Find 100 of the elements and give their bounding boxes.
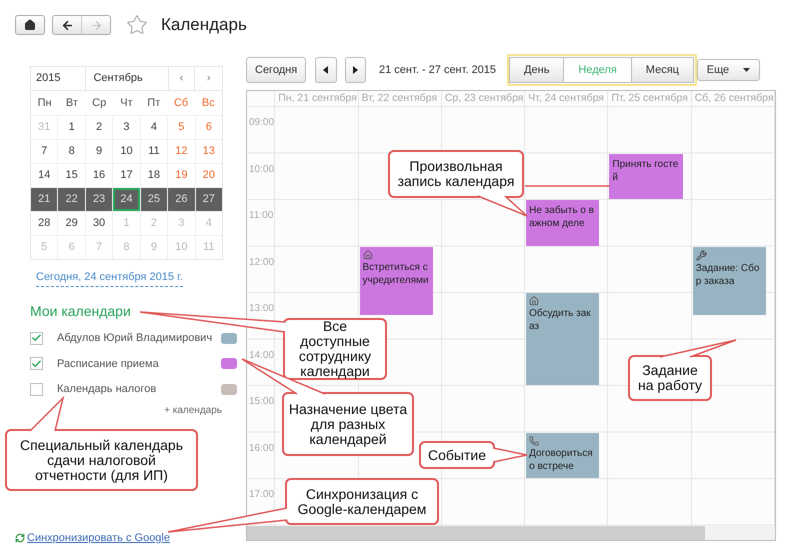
home-button[interactable]: [15, 15, 45, 35]
day-header: Пн, 21 сентября: [275, 91, 359, 106]
more-button[interactable]: Еще: [696, 59, 760, 81]
section-title: Мои календари: [30, 302, 132, 321]
date-cell[interactable]: 26: [168, 188, 195, 211]
date-cell[interactable]: 27: [196, 188, 222, 211]
forward-icon: [90, 18, 102, 32]
favorite-star-icon[interactable]: [126, 14, 148, 36]
date-cell[interactable]: 18: [140, 164, 168, 187]
calendar-event[interactable]: Встретиться с учредителями: [360, 246, 433, 316]
date-cell[interactable]: 29: [58, 212, 85, 235]
hour-label: 13:00: [249, 303, 274, 314]
calendar-event[interactable]: Обсудить заказ: [526, 293, 600, 385]
date-cell[interactable]: 7: [31, 140, 58, 163]
checkbox[interactable]: [30, 357, 43, 370]
day-header: Чт, 24 сентября: [525, 91, 608, 106]
day-header: Пт, 25 сентября: [608, 91, 692, 106]
right-triangle-icon: [352, 66, 358, 74]
date-cell[interactable]: 30: [86, 212, 112, 235]
date-cell[interactable]: 4: [140, 116, 168, 139]
next-week-button[interactable]: [344, 57, 366, 83]
scrollbar-thumb[interactable]: [247, 526, 705, 540]
date-cell[interactable]: 3: [113, 116, 140, 139]
sync-icon: [15, 533, 25, 544]
date-cell[interactable]: 5: [168, 116, 195, 139]
sync-link[interactable]: Синхронизировать с Google: [27, 530, 170, 546]
color-swatch[interactable]: [221, 332, 237, 344]
date-cell[interactable]: 1: [58, 116, 85, 139]
date-cell[interactable]: 17: [113, 164, 140, 187]
day-header: Сб, 26 сентября: [692, 91, 775, 106]
month-select[interactable]: Сентябрь: [86, 67, 169, 90]
weekday-label: Пт: [146, 96, 162, 111]
home-icon: [24, 19, 36, 31]
date-cell[interactable]: 6: [196, 116, 222, 139]
weekday-label: Пн: [36, 96, 53, 111]
view-tab[interactable]: День: [509, 57, 564, 83]
weekday-label: Сб: [172, 96, 190, 111]
year-select[interactable]: 2015: [31, 67, 86, 90]
date-cell[interactable]: 23: [86, 188, 112, 211]
date-cell[interactable]: 12: [168, 140, 195, 163]
previous-month-button[interactable]: ‹: [168, 67, 196, 90]
calendar-name: Абдулов Юрий Владимирович: [57, 331, 214, 346]
weekday-label: Ср: [91, 96, 108, 111]
house-icon: [529, 296, 540, 306]
date-cell[interactable]: 16: [86, 164, 112, 187]
add-calendar-link[interactable]: + календарь: [164, 403, 222, 418]
event-title: Не забыть о важном деле: [529, 204, 595, 230]
date-cell[interactable]: 24: [113, 188, 140, 211]
calendar-event[interactable]: Задание: Сбор заказа: [692, 246, 766, 316]
date-cell[interactable]: 14: [31, 164, 58, 187]
checkbox[interactable]: [30, 332, 43, 345]
calendar-name: Расписание приема: [57, 356, 160, 372]
caret-icon: [743, 68, 750, 72]
hour-label: 10:00: [249, 164, 274, 174]
hour-label: 17:00: [249, 489, 274, 500]
calendar-event[interactable]: Принять гостей: [609, 154, 683, 199]
next-month-button[interactable]: ›: [195, 67, 222, 90]
weekday-label: Чт: [119, 96, 134, 111]
today-link[interactable]: Сегодня, 24 сентября 2015 г.: [36, 269, 183, 286]
date-cell[interactable]: 25: [140, 188, 168, 211]
date-cell[interactable]: 13: [196, 140, 222, 163]
back-icon: [60, 18, 74, 32]
check-icon: [31, 358, 42, 370]
event-title: Встретиться с учредителями: [362, 260, 430, 286]
color-swatch[interactable]: [221, 384, 237, 395]
house-icon: [362, 250, 373, 260]
view-tab[interactable]: Месяц: [630, 57, 694, 83]
date-cell[interactable]: 22: [58, 188, 85, 211]
calendar-event[interactable]: Договориться о встрече: [526, 432, 600, 478]
calendar-event[interactable]: Не забыть о важном деле: [526, 200, 600, 246]
date-cell[interactable]: 19: [168, 164, 195, 187]
hour-label: 15:00: [249, 396, 274, 407]
wrench-icon: [696, 250, 707, 260]
date-cell[interactable]: 2: [86, 116, 112, 139]
hour-label: 11:00: [249, 210, 274, 221]
event-title: Договориться о встрече: [529, 446, 594, 472]
phone-icon: [529, 436, 540, 446]
date-cell[interactable]: 8: [58, 140, 85, 163]
color-swatch[interactable]: [221, 358, 237, 370]
previous-week-button[interactable]: [315, 57, 337, 83]
date-cell[interactable]: 20: [196, 164, 222, 187]
hour-label: 12:00: [249, 256, 274, 268]
date-range: 21 сент. - 27 сент. 2015: [379, 62, 496, 78]
date-cell[interactable]: 9: [86, 140, 112, 163]
hour-label: 14:00: [249, 350, 274, 360]
callout-tail: [477, 195, 528, 217]
day-header: Ср, 23 сентября: [442, 91, 526, 106]
page-title: Календарь: [161, 14, 247, 36]
date-cell[interactable]: 28: [31, 212, 58, 235]
weekday-label: Вт: [64, 96, 79, 111]
date-cell[interactable]: 15: [58, 164, 85, 187]
today-button[interactable]: Сегодня: [246, 57, 306, 83]
date-cell[interactable]: 11: [140, 140, 168, 163]
date-cell[interactable]: 21: [31, 188, 58, 211]
day-header: Вт, 22 сентября: [358, 91, 442, 106]
date-cell[interactable]: 10: [113, 140, 140, 163]
left-triangle-icon: [323, 66, 328, 74]
callout: Синхронизация с Google-календарем: [285, 478, 439, 525]
checkbox[interactable]: [30, 382, 43, 396]
weekday-label: Вс: [200, 96, 216, 111]
